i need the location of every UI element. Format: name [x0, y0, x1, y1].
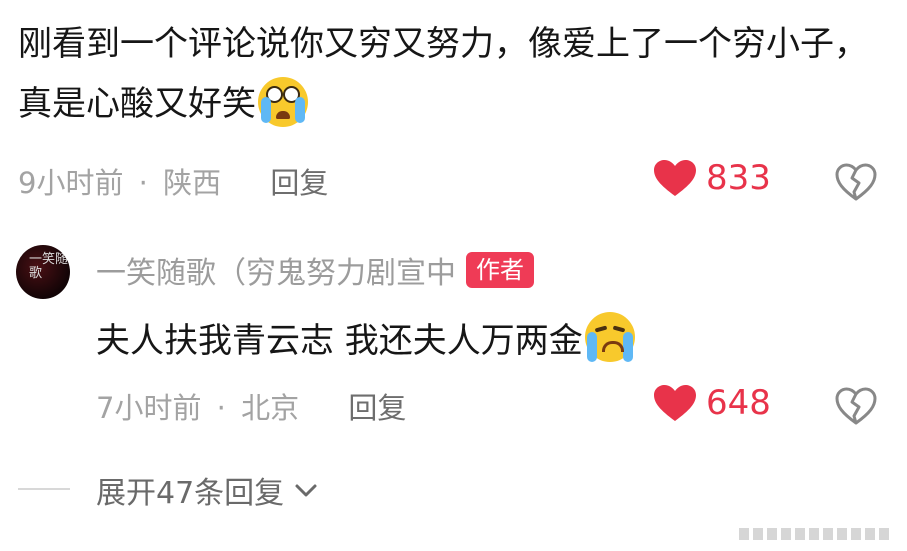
heart-icon	[654, 385, 696, 421]
expand-replies-button[interactable]: 展开47条回复	[96, 468, 320, 512]
comment-text-block: 刚看到一个评论说你又穷又努力，像爱上了一个穷小子，真是心酸又好笑	[18, 14, 888, 134]
dislike-broken-heart-icon[interactable]	[834, 386, 878, 426]
meta-separator: ·	[138, 166, 148, 200]
comment-reply-button[interactable]: 回复	[270, 166, 328, 200]
reply-location: 北京	[241, 391, 300, 425]
dislike-broken-heart-icon[interactable]	[834, 162, 878, 202]
heart-icon	[654, 160, 696, 196]
chevron-down-icon	[295, 484, 317, 497]
comment-location: 陕西	[163, 166, 222, 200]
reply-time: 7小时前	[96, 391, 202, 425]
comment-like-button[interactable]: 833	[652, 158, 771, 198]
expand-replies-label: 展开47条回复	[96, 476, 285, 511]
reply-text-block: 夫人扶我青云志 我还夫人万两金	[96, 312, 635, 366]
reply-like-count: 648	[706, 383, 771, 423]
reply-author-row: 一笑随歌（穷鬼努力剧宣中 作者	[96, 248, 534, 292]
comment-text: 刚看到一个评论说你又穷又努力，像爱上了一个穷小子，真是心酸又好笑	[18, 24, 868, 124]
author-avatar[interactable]: 一笑随歌	[16, 245, 70, 299]
watermark-logo	[739, 528, 889, 540]
comment-like-count: 833	[706, 158, 771, 198]
avatar-text: 一笑随歌	[29, 252, 69, 281]
reply-reply-button[interactable]: 回复	[348, 391, 406, 425]
author-badge: 作者	[466, 252, 534, 288]
meta-separator: ·	[216, 391, 226, 425]
crying-laughing-emoji-icon	[258, 77, 308, 127]
crying-emoji-icon	[584, 312, 635, 362]
comment-meta: 9小时前 · 陕西 回复	[18, 160, 328, 202]
reply-author-name[interactable]: 一笑随歌（穷鬼努力剧宣中	[96, 248, 456, 292]
reply-like-button[interactable]: 648	[652, 383, 771, 423]
comment-time: 9小时前	[18, 166, 124, 200]
reply-text: 夫人扶我青云志 我还夫人万两金	[96, 321, 583, 361]
reply-meta: 7小时前 · 北京 回复	[96, 385, 406, 427]
expand-divider	[18, 488, 70, 490]
